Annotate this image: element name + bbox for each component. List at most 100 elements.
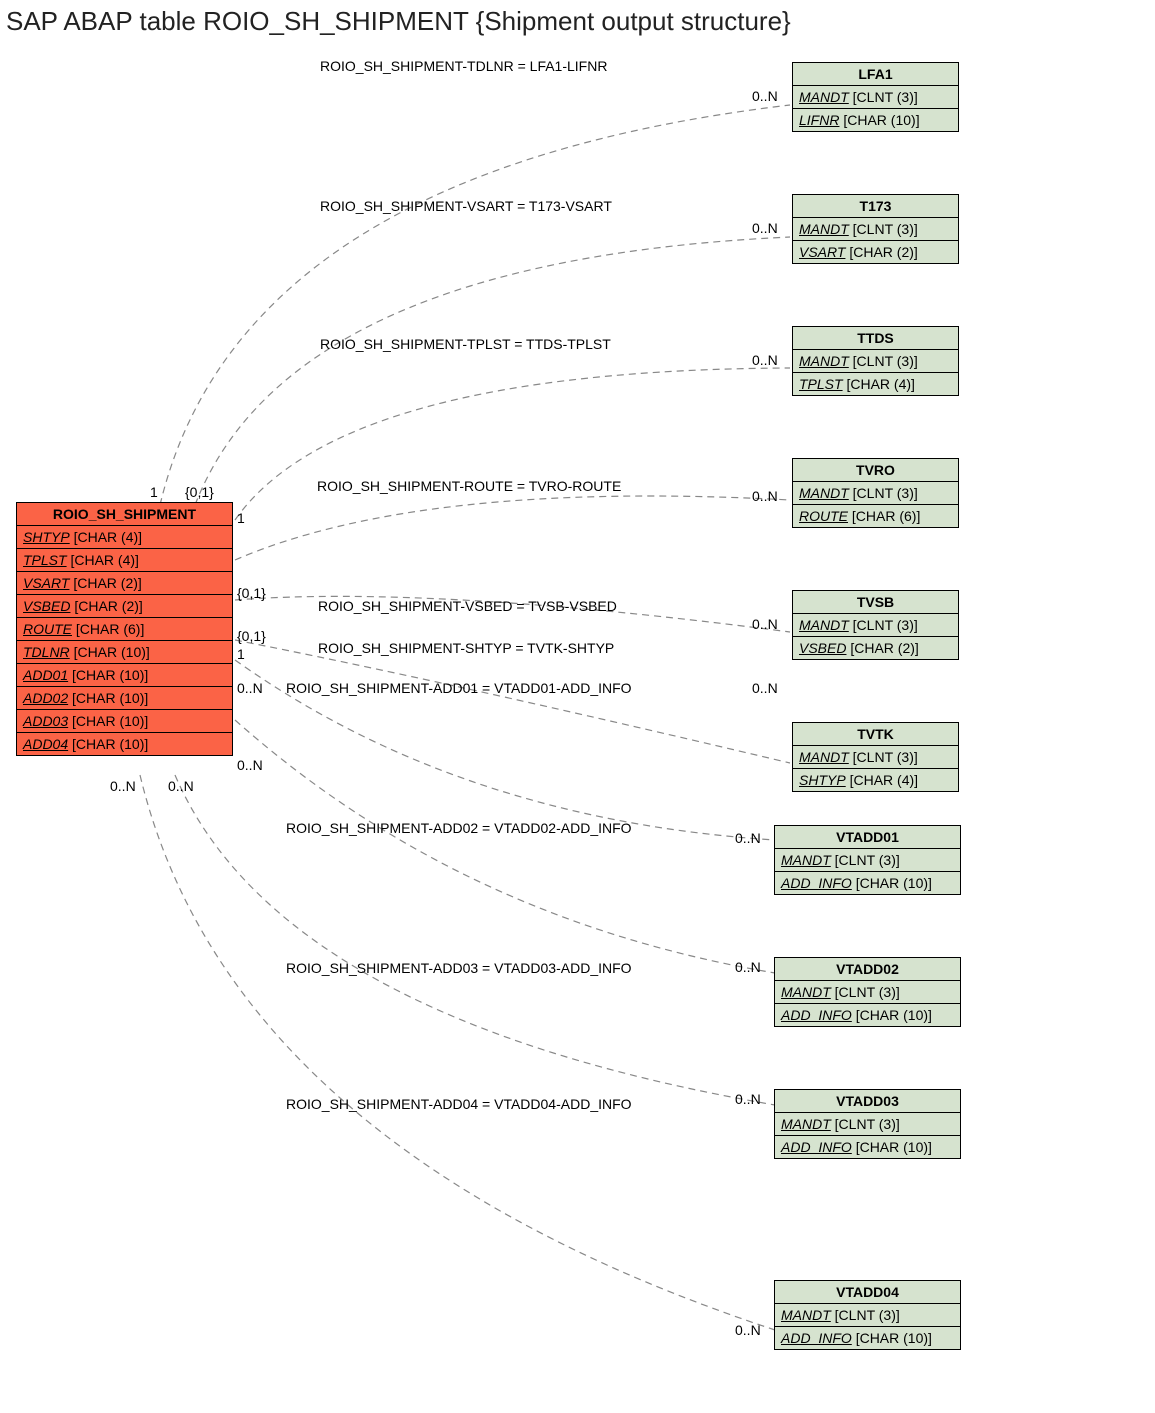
field-name: LIFNR [799,112,839,128]
cardinality: 1 [237,646,245,662]
field-name: MANDT [781,1116,831,1132]
field-row: TPLST [CHAR (4)] [17,549,232,572]
entity-source: ROIO_SH_SHIPMENT SHTYP [CHAR (4)] TPLST … [16,502,233,756]
field-row: VSART [CHAR (2)] [17,572,232,595]
relation-label: ROIO_SH_SHIPMENT-ADD01 = VTADD01-ADD_INF… [286,680,632,696]
field-type: [CHAR (2)] [74,598,142,614]
field-type: [CHAR (4)] [74,529,142,545]
cardinality: 0..N [735,959,761,975]
field-name: ADD_INFO [781,1007,852,1023]
entity-header: VTADD03 [775,1090,960,1113]
field-type: [CHAR (10)] [856,1007,932,1023]
relation-label: ROIO_SH_SHIPMENT-ADD03 = VTADD03-ADD_INF… [286,960,632,976]
field-type: [CLNT (3)] [835,852,900,868]
field-type: [CLNT (3)] [853,749,918,765]
entity-t173: T173 MANDT [CLNT (3)] VSART [CHAR (2)] [792,194,959,264]
field-name: ADD04 [23,736,68,752]
field-type: [CHAR (2)] [73,575,141,591]
field-row: MANDT [CLNT (3)] [775,1304,960,1327]
field-name: MANDT [799,749,849,765]
relation-label: ROIO_SH_SHIPMENT-TPLST = TTDS-TPLST [320,336,611,352]
page-title: SAP ABAP table ROIO_SH_SHIPMENT {Shipmen… [6,6,791,37]
entity-header: VTADD02 [775,958,960,981]
field-type: [CHAR (4)] [846,376,914,392]
cardinality: 0..N [752,220,778,236]
entity-vtadd02: VTADD02 MANDT [CLNT (3)] ADD_INFO [CHAR … [774,957,961,1027]
field-type: [CHAR (6)] [76,621,144,637]
field-name: MANDT [799,221,849,237]
cardinality: 0..N [735,830,761,846]
relation-label: ROIO_SH_SHIPMENT-VSBED = TVSB-VSBED [318,598,617,614]
entity-lfa1: LFA1 MANDT [CLNT (3)] LIFNR [CHAR (10)] [792,62,959,132]
relation-label: ROIO_SH_SHIPMENT-ROUTE = TVRO-ROUTE [317,478,621,494]
field-row: ADD_INFO [CHAR (10)] [775,872,960,894]
field-type: [CLNT (3)] [853,485,918,501]
cardinality: 0..N [735,1091,761,1107]
field-row: ADD03 [CHAR (10)] [17,710,232,733]
field-type: [CLNT (3)] [853,617,918,633]
field-name: VSBED [23,598,70,614]
cardinality: {0,1} [237,585,266,601]
entity-vtadd04: VTADD04 MANDT [CLNT (3)] ADD_INFO [CHAR … [774,1280,961,1350]
relation-label: ROIO_SH_SHIPMENT-ADD02 = VTADD02-ADD_INF… [286,820,632,836]
field-type: [CLNT (3)] [853,89,918,105]
field-row: ADD_INFO [CHAR (10)] [775,1327,960,1349]
cardinality: {0,1} [185,484,214,500]
cardinality: 0..N [752,680,778,696]
field-row: LIFNR [CHAR (10)] [793,109,958,131]
cardinality: 1 [150,484,158,500]
cardinality: 0..N [752,88,778,104]
entity-header: VTADD01 [775,826,960,849]
field-name: ROUTE [799,508,848,524]
field-type: [CHAR (2)] [850,640,918,656]
field-name: ADD_INFO [781,875,852,891]
field-row: MANDT [CLNT (3)] [793,350,958,373]
field-row: VSBED [CHAR (2)] [793,637,958,659]
field-row: ROUTE [CHAR (6)] [17,618,232,641]
entity-header: TVRO [793,459,958,482]
entity-header: TTDS [793,327,958,350]
field-name: ADD_INFO [781,1139,852,1155]
field-row: ADD04 [CHAR (10)] [17,733,232,755]
entity-tvsb: TVSB MANDT [CLNT (3)] VSBED [CHAR (2)] [792,590,959,660]
field-row: MANDT [CLNT (3)] [793,614,958,637]
field-type: [CHAR (10)] [856,1330,932,1346]
cardinality: 0..N [752,352,778,368]
field-type: [CHAR (4)] [850,772,918,788]
field-name: MANDT [799,617,849,633]
cardinality: 0..N [168,778,194,794]
field-type: [CLNT (3)] [853,221,918,237]
relation-label: ROIO_SH_SHIPMENT-SHTYP = TVTK-SHTYP [318,640,614,656]
field-type: [CLNT (3)] [835,1116,900,1132]
field-row: ADD_INFO [CHAR (10)] [775,1004,960,1026]
field-name: VSART [799,244,845,260]
field-row: VSART [CHAR (2)] [793,241,958,263]
relation-label: ROIO_SH_SHIPMENT-ADD04 = VTADD04-ADD_INF… [286,1096,632,1112]
field-row: MANDT [CLNT (3)] [793,746,958,769]
field-name: MANDT [799,353,849,369]
entity-tvtk: TVTK MANDT [CLNT (3)] SHTYP [CHAR (4)] [792,722,959,792]
entity-header: TVSB [793,591,958,614]
field-row: VSBED [CHAR (2)] [17,595,232,618]
field-type: [CHAR (10)] [72,713,148,729]
entity-source-header: ROIO_SH_SHIPMENT [17,503,232,526]
field-name: SHTYP [799,772,846,788]
cardinality: 0..N [735,1322,761,1338]
field-type: [CHAR (10)] [72,667,148,683]
field-row: MANDT [CLNT (3)] [793,218,958,241]
field-name: TPLST [799,376,843,392]
field-type: [CHAR (10)] [843,112,919,128]
field-name: MANDT [781,1307,831,1323]
field-row: MANDT [CLNT (3)] [793,86,958,109]
field-row: MANDT [CLNT (3)] [775,981,960,1004]
entity-vtadd03: VTADD03 MANDT [CLNT (3)] ADD_INFO [CHAR … [774,1089,961,1159]
field-row: SHTYP [CHAR (4)] [793,769,958,791]
field-name: ADD_INFO [781,1330,852,1346]
entity-header: TVTK [793,723,958,746]
entity-header: T173 [793,195,958,218]
field-row: ROUTE [CHAR (6)] [793,505,958,527]
field-row: ADD_INFO [CHAR (10)] [775,1136,960,1158]
entity-header: VTADD04 [775,1281,960,1304]
field-name: VSBED [799,640,846,656]
cardinality: 0..N [237,757,263,773]
